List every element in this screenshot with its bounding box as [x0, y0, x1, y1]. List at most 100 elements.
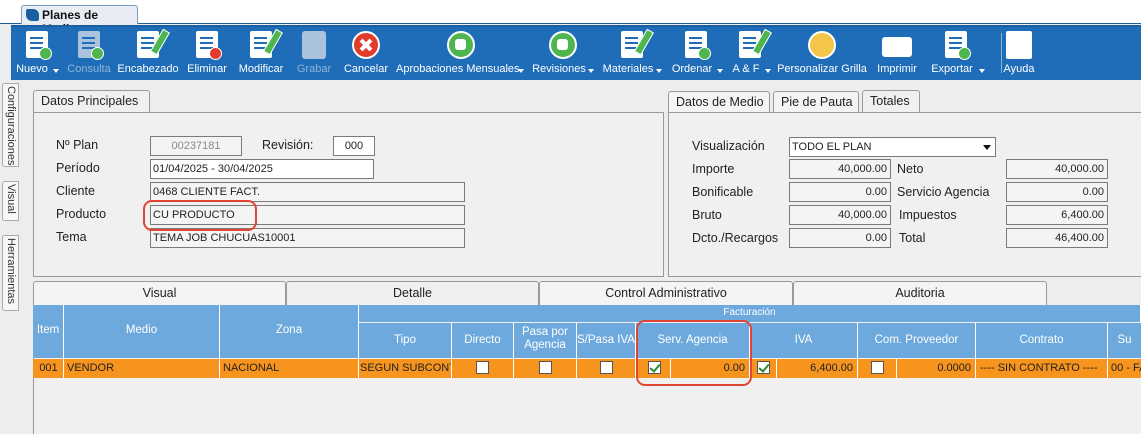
cell-tipo[interactable]: SEGUN SUBCONTRA: [359, 359, 452, 378]
com-proveedor-checkbox[interactable]: [871, 361, 884, 374]
col-header-medio[interactable]: Medio: [64, 305, 220, 358]
tab-pie-de-pauta[interactable]: Pie de Pauta: [773, 91, 859, 113]
revisions-label: Revisiones: [532, 63, 586, 75]
materials-button[interactable]: Materiales: [600, 27, 664, 80]
chevron-down-icon[interactable]: [518, 69, 524, 73]
side-tab-herramientas[interactable]: Herramientas: [2, 235, 19, 311]
importe-field[interactable]: 40,000.00: [789, 159, 891, 179]
col-header-com-proveedor[interactable]: Com. Proveedor: [858, 323, 976, 358]
producto-label: Producto: [56, 207, 107, 221]
chevron-down-icon[interactable]: [53, 69, 59, 73]
neto-field[interactable]: 40,000.00: [1006, 159, 1108, 179]
bonificable-field[interactable]: 0.00: [789, 182, 891, 202]
col-header-contrato[interactable]: Contrato: [976, 323, 1108, 358]
servicio-agencia-field[interactable]: 0.00: [1006, 182, 1108, 202]
app-logo-icon: [26, 9, 39, 21]
monthly-approvals-button[interactable]: Aprobaciones Mensuales: [396, 27, 526, 80]
save-button: Grabar: [291, 27, 337, 80]
cell-contrato[interactable]: ---- SIN CONTRATO ----: [976, 359, 1108, 378]
cliente-field[interactable]: 0468 CLIENTE FACT.: [150, 182, 465, 202]
tab-visual[interactable]: Visual: [33, 281, 286, 305]
tab-detalle[interactable]: Detalle: [286, 281, 539, 305]
revisions-button[interactable]: Revisiones: [530, 27, 596, 80]
customize-grid-button[interactable]: Personalizar Grilla: [776, 27, 868, 80]
col-header-directo[interactable]: Directo: [452, 323, 514, 358]
col-header-tipo[interactable]: Tipo: [359, 323, 452, 358]
periodo-field[interactable]: 01/04/2025 - 30/04/2025: [150, 159, 374, 179]
chevron-down-icon[interactable]: [765, 69, 771, 73]
col-header-pasa-por-agencia[interactable]: Pasa por Agencia: [514, 323, 577, 358]
side-tab-label: Configuraciones: [5, 86, 17, 166]
chevron-down-icon[interactable]: [979, 69, 985, 73]
col-header-su[interactable]: Su: [1108, 323, 1141, 358]
visualizacion-select[interactable]: TODO EL PLAN: [789, 137, 996, 157]
cell-su[interactable]: 00 - FA: [1108, 359, 1141, 378]
chevron-down-icon[interactable]: [656, 69, 662, 73]
revision-field[interactable]: 000: [333, 136, 375, 156]
visualizacion-value: TODO EL PLAN: [792, 141, 872, 153]
header-button[interactable]: Encabezado: [116, 27, 180, 80]
iva-checkbox[interactable]: [757, 361, 770, 374]
bruto-label: Bruto: [692, 208, 722, 222]
total-field[interactable]: 46,400.00: [1006, 228, 1108, 248]
customize-grid-label: Personalizar Grilla: [777, 63, 867, 75]
col-header-item[interactable]: Item: [33, 305, 64, 358]
help-book-icon: [1006, 31, 1032, 59]
materials-label: Materiales: [602, 63, 654, 75]
col-header-spasa-iva[interactable]: S/Pasa IVA: [577, 323, 636, 358]
side-tabs: Configuraciones Visual Herramientas: [0, 80, 22, 434]
tema-label: Tema: [56, 230, 87, 244]
cell-iva[interactable]: 6,400.00: [777, 359, 858, 378]
af-label: A & F: [732, 63, 760, 75]
export-icon: [945, 31, 971, 60]
nplan-label: Nº Plan: [56, 138, 99, 152]
nplan-field[interactable]: 00237181: [150, 136, 242, 156]
grid-globe-icon: [808, 31, 836, 59]
af-edit-icon: [739, 31, 761, 58]
new-doc-icon: [26, 31, 52, 60]
af-button[interactable]: A & F: [728, 27, 772, 80]
print-button[interactable]: Imprimir: [872, 27, 922, 80]
query-label: Consulta: [67, 63, 111, 75]
delete-button[interactable]: Eliminar: [183, 27, 231, 80]
order-button[interactable]: Ordenar: [668, 27, 724, 80]
window-tab[interactable]: Planes de Medios: [21, 5, 138, 36]
neto-label: Neto: [897, 162, 924, 176]
tema-field[interactable]: TEMA JOB CHUCUAS10001: [150, 228, 465, 248]
chevron-down-icon[interactable]: [717, 69, 723, 73]
tab-totales[interactable]: Totales: [862, 90, 920, 113]
col-header-iva[interactable]: IVA: [750, 323, 858, 358]
cell-com-proveedor[interactable]: 0.0000: [897, 359, 976, 378]
tab-control-administrativo[interactable]: Control Administrativo: [539, 281, 793, 305]
header-label: Encabezado: [117, 63, 179, 75]
tab-datos-principales[interactable]: Datos Principales: [33, 90, 150, 113]
edit-doc-icon: [250, 31, 272, 58]
impuestos-field[interactable]: 6,400.00: [1006, 205, 1108, 225]
toolbar: Nuevo Consulta Encabezado Eliminar Modif…: [11, 25, 1141, 80]
cell-zona[interactable]: NACIONAL: [220, 359, 359, 378]
tab-datos-de-medio[interactable]: Datos de Medio: [668, 91, 770, 113]
spasa-iva-checkbox[interactable]: [600, 361, 613, 374]
side-tab-visual[interactable]: Visual: [2, 181, 19, 221]
bruto-field[interactable]: 40,000.00: [789, 205, 891, 225]
export-button[interactable]: Exportar: [926, 27, 986, 80]
side-tab-label: Herramientas: [5, 238, 17, 305]
new-button[interactable]: Nuevo: [15, 27, 59, 80]
directo-checkbox[interactable]: [476, 361, 489, 374]
tab-auditoria[interactable]: Auditoria: [793, 281, 1047, 305]
side-tab-configuraciones[interactable]: Configuraciones: [2, 83, 19, 167]
pasa-agencia-checkbox[interactable]: [539, 361, 552, 374]
cancel-button[interactable]: Cancelar: [341, 27, 391, 80]
cell-item[interactable]: 001: [33, 359, 64, 378]
chevron-down-icon[interactable]: [588, 69, 594, 73]
servicio-agencia-label: Servicio Agencia: [897, 185, 990, 199]
side-tab-label: Visual: [5, 184, 17, 214]
help-button[interactable]: Ayuda: [1001, 27, 1037, 80]
dcto-recargos-field[interactable]: 0.00: [789, 228, 891, 248]
col-header-zona[interactable]: Zona: [220, 305, 359, 358]
cell-medio[interactable]: VENDOR: [64, 359, 220, 378]
cancel-icon: [352, 31, 380, 59]
cancel-label: Cancelar: [343, 63, 389, 75]
total-label: Total: [899, 231, 926, 245]
modify-button[interactable]: Modificar: [235, 27, 287, 80]
